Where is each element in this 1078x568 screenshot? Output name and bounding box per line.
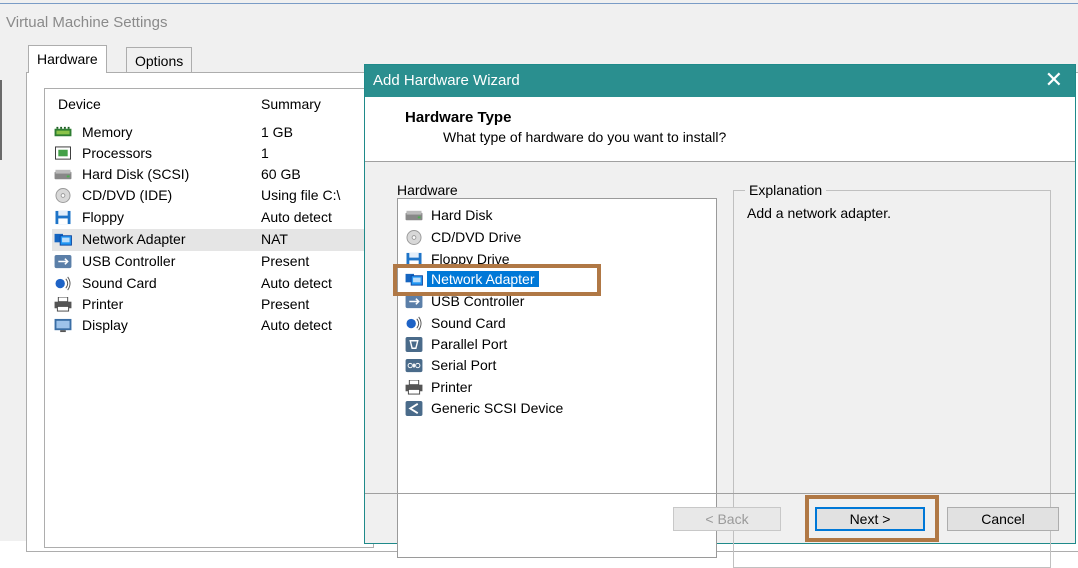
- wizard-title: Add Hardware Wizard: [373, 72, 520, 89]
- hardware-item-cd-dvd[interactable]: CD/DVD Drive: [403, 227, 583, 249]
- window-border: [0, 3, 1078, 4]
- device-row-printer[interactable]: Printer Present: [52, 294, 370, 316]
- device-column-header[interactable]: Device: [58, 96, 101, 112]
- tab-hardware[interactable]: Hardware: [28, 45, 107, 73]
- device-row-usb-controller[interactable]: USB Controller Present: [52, 251, 370, 273]
- wizard-header: Hardware Type What type of hardware do y…: [365, 97, 1075, 162]
- next-button-highlight: [805, 495, 939, 542]
- hard-disk-icon: [405, 210, 423, 221]
- explanation-text: Add a network adapter.: [747, 205, 891, 221]
- hardware-item-label: Sound Card: [431, 315, 506, 331]
- device-summary: Present: [261, 296, 310, 312]
- sound-card-icon: [406, 316, 422, 331]
- device-name: USB Controller: [82, 253, 176, 269]
- add-hardware-wizard: Add Hardware Wizard ✕ Hardware Type What…: [364, 64, 1076, 568]
- device-name: Floppy: [82, 209, 125, 225]
- device-row-display[interactable]: Display Auto detect: [52, 315, 370, 337]
- back-button[interactable]: < Back: [673, 507, 781, 531]
- hardware-item-label: Serial Port: [431, 357, 497, 373]
- device-summary: Auto detect: [261, 317, 332, 333]
- hardware-item-hard-disk[interactable]: Hard Disk: [403, 205, 583, 227]
- device-summary: 60 GB: [261, 166, 301, 182]
- hardware-item-generic-scsi[interactable]: Generic SCSI Device: [403, 398, 583, 420]
- network-adapter-icon: [54, 233, 72, 246]
- device-row-network-adapter[interactable]: Network Adapter NAT: [52, 229, 370, 251]
- device-summary: Auto detect: [261, 209, 332, 225]
- wizard-heading: Hardware Type: [405, 109, 512, 126]
- device-name: Display: [82, 317, 128, 333]
- hardware-item-label: Generic SCSI Device: [431, 400, 564, 416]
- hardware-item-serial-port[interactable]: Serial Port: [403, 355, 583, 377]
- usb-icon: [405, 294, 423, 309]
- device-summary: NAT: [261, 231, 288, 247]
- device-summary: 1 GB: [261, 124, 293, 140]
- device-row-sound-card[interactable]: Sound Card Auto detect: [52, 273, 370, 295]
- device-name: Memory: [82, 124, 133, 140]
- hardware-item-parallel-port[interactable]: Parallel Port: [403, 334, 583, 356]
- network-adapter-highlight: [393, 264, 601, 296]
- hardware-item-label: Parallel Port: [431, 336, 508, 352]
- sound-card-icon: [55, 276, 71, 291]
- floppy-icon: [55, 210, 71, 225]
- device-name: Processors: [82, 145, 153, 161]
- summary-column-header[interactable]: Summary: [261, 96, 321, 112]
- processor-icon: [55, 146, 71, 160]
- printer-icon: [54, 297, 72, 312]
- tab-options[interactable]: Options: [126, 47, 193, 73]
- device-summary: 1: [261, 145, 269, 161]
- device-summary: Using file C:\: [261, 187, 341, 203]
- device-row-cd-dvd[interactable]: CD/DVD (IDE) Using file C:\: [52, 185, 370, 207]
- wizard-titlebar[interactable]: Add Hardware Wizard ✕: [365, 65, 1075, 97]
- memory-icon: [54, 126, 72, 137]
- explanation-label: Explanation: [745, 182, 827, 198]
- device-row-floppy[interactable]: Floppy Auto detect: [52, 207, 370, 229]
- device-row-memory[interactable]: Memory 1 GB: [52, 122, 370, 144]
- cd-dvd-icon: [55, 188, 71, 203]
- usb-icon: [54, 254, 72, 269]
- device-summary: Auto detect: [261, 275, 332, 291]
- cd-dvd-icon: [406, 230, 422, 245]
- hardware-item-label: Printer: [431, 379, 473, 395]
- hardware-item-printer[interactable]: Printer: [403, 377, 583, 399]
- hard-disk-icon: [54, 169, 72, 180]
- window-title: Virtual Machine Settings: [6, 14, 168, 31]
- hardware-item-label: CD/DVD Drive: [431, 229, 522, 245]
- device-name: Sound Card: [82, 275, 157, 291]
- scsi-icon: [405, 401, 423, 416]
- parallel-port-icon: [405, 337, 423, 352]
- hardware-item-label: Hard Disk: [431, 207, 493, 223]
- hardware-item-sound-card[interactable]: Sound Card: [403, 313, 583, 335]
- device-name: Printer: [82, 296, 124, 312]
- display-icon: [54, 318, 72, 333]
- hardware-list-label: Hardware: [397, 182, 458, 198]
- device-row-hard-disk[interactable]: Hard Disk (SCSI) 60 GB: [52, 164, 370, 186]
- device-summary: Present: [261, 253, 310, 269]
- cancel-button[interactable]: Cancel: [947, 507, 1059, 531]
- footer-divider: [365, 493, 1075, 494]
- close-icon[interactable]: ✕: [1045, 67, 1063, 93]
- printer-icon: [405, 380, 423, 395]
- device-name: CD/DVD (IDE): [82, 187, 173, 203]
- device-row-processors[interactable]: Processors 1: [52, 143, 370, 165]
- device-name: Hard Disk (SCSI): [82, 166, 190, 182]
- serial-port-icon: [405, 358, 423, 373]
- device-name: Network Adapter: [82, 231, 186, 247]
- window-edge: [0, 80, 2, 160]
- wizard-subheading: What type of hardware do you want to ins…: [443, 129, 727, 145]
